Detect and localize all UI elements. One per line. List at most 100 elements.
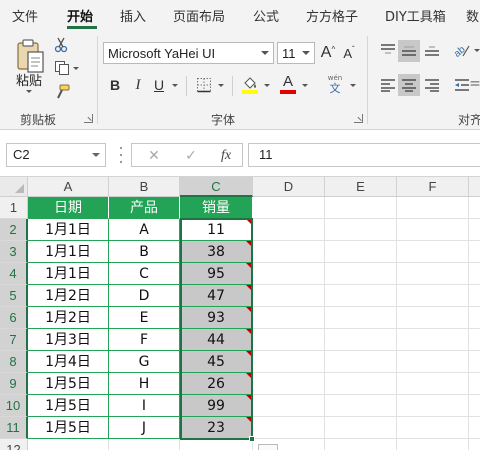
cell-F7[interactable] [397, 329, 469, 351]
cell-E3[interactable] [325, 241, 397, 263]
cell-E4[interactable] [325, 263, 397, 285]
cell-E9[interactable] [325, 373, 397, 395]
cell-A12[interactable] [28, 439, 109, 450]
row-header-3[interactable]: 3 [0, 241, 28, 263]
fill-color-button[interactable] [240, 74, 260, 96]
paste-label[interactable]: 粘贴 [16, 70, 42, 89]
cell-G6[interactable] [469, 307, 480, 329]
table-cell[interactable]: 1月1日 [28, 219, 109, 241]
align-bottom-button[interactable] [422, 40, 442, 60]
phonetic-guide-button[interactable]: wén 文 [323, 72, 347, 96]
column-header-b[interactable]: B [109, 177, 180, 197]
row-header-7[interactable]: 7 [0, 329, 28, 351]
cell-G9[interactable] [469, 373, 480, 395]
cell-F5[interactable] [397, 285, 469, 307]
table-cell[interactable]: F [109, 329, 180, 351]
enter-icon[interactable]: ✓ [179, 146, 203, 166]
align-right-button[interactable] [422, 74, 442, 96]
cell-B12[interactable] [109, 439, 180, 450]
font-size-select[interactable]: 11 [277, 42, 315, 64]
table-cell[interactable]: 1月1日 [28, 241, 109, 263]
row-header-11[interactable]: 11 [0, 417, 28, 439]
phonetic-dropdown-icon[interactable] [350, 84, 356, 87]
table-cell[interactable]: 95 [180, 263, 253, 285]
tab-diy-toolbox[interactable]: DIY工具箱 [385, 6, 446, 25]
cell-G12[interactable] [469, 439, 480, 450]
cell-F1[interactable] [397, 197, 469, 219]
column-header-g[interactable] [469, 177, 480, 197]
copy-dropdown-icon[interactable] [72, 66, 79, 70]
table-cell[interactable]: 38 [180, 241, 253, 263]
fill-handle[interactable] [249, 436, 255, 442]
cell-E12[interactable] [325, 439, 397, 450]
table-cell[interactable]: 45 [180, 351, 253, 373]
cell-D11[interactable] [253, 417, 325, 439]
cell-G1[interactable] [469, 197, 480, 219]
align-left-button[interactable] [378, 74, 398, 96]
table-cell[interactable]: 1月2日 [28, 285, 109, 307]
row-header-4[interactable]: 4 [0, 263, 28, 285]
cell-G4[interactable] [469, 263, 480, 285]
cell-F2[interactable] [397, 219, 469, 241]
name-box[interactable]: C2 [6, 143, 106, 167]
row-header-1[interactable]: 1 [0, 197, 28, 219]
table-cell[interactable]: 26 [180, 373, 253, 395]
table-cell[interactable]: A [109, 219, 180, 241]
row-header-8[interactable]: 8 [0, 351, 28, 373]
fill-color-dropdown-icon[interactable] [264, 84, 270, 87]
worksheet-grid[interactable]: A B C D E F 1 日期 产品 销量 2 1月1日 A 11 3 1月1日 B 38 4 1月1日 C 95 5 1月… [0, 177, 480, 450]
row-header-6[interactable]: 6 [0, 307, 28, 329]
font-color-button[interactable]: A [278, 72, 298, 96]
tab-page-layout[interactable]: 页面布局 [173, 6, 225, 25]
cell-E2[interactable] [325, 219, 397, 241]
format-painter-button[interactable] [53, 83, 71, 101]
table-cell[interactable]: B [109, 241, 180, 263]
column-header-e[interactable]: E [325, 177, 397, 197]
row-header-5[interactable]: 5 [0, 285, 28, 307]
decrease-font-size-button[interactable]: Aˇ [341, 42, 357, 64]
cell-F12[interactable] [397, 439, 469, 450]
cell-D1[interactable] [253, 197, 325, 219]
table-cell[interactable]: 44 [180, 329, 253, 351]
column-header-a[interactable]: A [28, 177, 109, 197]
decrease-indent-button[interactable] [452, 74, 472, 96]
cell-F3[interactable] [397, 241, 469, 263]
underline-button[interactable]: U [150, 74, 168, 96]
row-header-12[interactable]: 12 [0, 439, 28, 450]
table-cell[interactable]: C [109, 263, 180, 285]
select-all-button[interactable] [0, 177, 28, 197]
underline-dropdown-icon[interactable] [172, 84, 178, 87]
tab-home[interactable]: 开始 [67, 6, 93, 25]
table-cell[interactable]: 1月5日 [28, 395, 109, 417]
table-cell[interactable]: 1月2日 [28, 307, 109, 329]
font-launcher-icon[interactable] [354, 114, 363, 123]
table-cell[interactable]: 47 [180, 285, 253, 307]
cell-G7[interactable] [469, 329, 480, 351]
cell-E5[interactable] [325, 285, 397, 307]
cell-G10[interactable] [469, 395, 480, 417]
column-header-f[interactable]: F [397, 177, 469, 197]
table-cell[interactable]: 1月5日 [28, 417, 109, 439]
borders-button[interactable] [195, 75, 213, 95]
cell-E1[interactable] [325, 197, 397, 219]
formula-bar-splitter[interactable] [120, 147, 123, 163]
cell-D8[interactable] [253, 351, 325, 373]
bold-button[interactable]: B [106, 74, 124, 96]
table-cell[interactable]: E [109, 307, 180, 329]
borders-dropdown-icon[interactable] [218, 84, 224, 87]
table-cell[interactable]: 1月3日 [28, 329, 109, 351]
table-cell[interactable]: 11 [180, 219, 253, 241]
clipboard-launcher-icon[interactable] [84, 114, 93, 123]
tab-insert[interactable]: 插入 [120, 6, 146, 25]
cell-D9[interactable] [253, 373, 325, 395]
insert-function-button[interactable]: fx [214, 146, 238, 166]
increase-font-size-button[interactable]: A ^ [320, 42, 336, 64]
orientation-dropdown-icon[interactable] [474, 49, 480, 52]
cell-E6[interactable] [325, 307, 397, 329]
table-header-cell[interactable]: 产品 [109, 197, 180, 219]
table-cell[interactable]: 93 [180, 307, 253, 329]
cell-D4[interactable] [253, 263, 325, 285]
increase-indent-button[interactable] [470, 74, 480, 96]
table-cell[interactable]: 99 [180, 395, 253, 417]
cell-G2[interactable] [469, 219, 480, 241]
